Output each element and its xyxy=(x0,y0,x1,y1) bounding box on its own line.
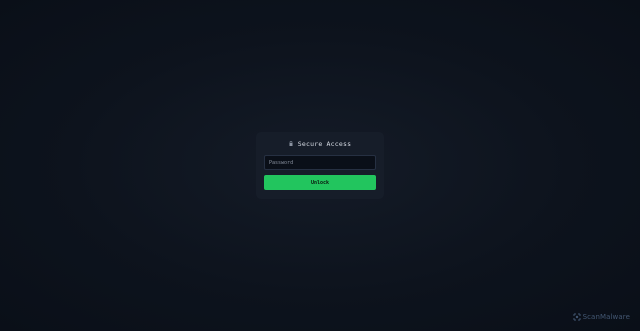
card-title: Secure Access xyxy=(264,139,376,149)
watermark: ScanMalware xyxy=(573,313,630,321)
card-title-text: Secure Access xyxy=(297,140,352,148)
login-card: Secure Access Unlock xyxy=(256,132,384,199)
unlock-button[interactable]: Unlock xyxy=(264,175,376,190)
password-input[interactable] xyxy=(264,155,376,170)
scanmalware-logo-icon xyxy=(573,313,581,321)
watermark-text: ScanMalware xyxy=(582,313,630,321)
lock-icon xyxy=(289,140,293,146)
